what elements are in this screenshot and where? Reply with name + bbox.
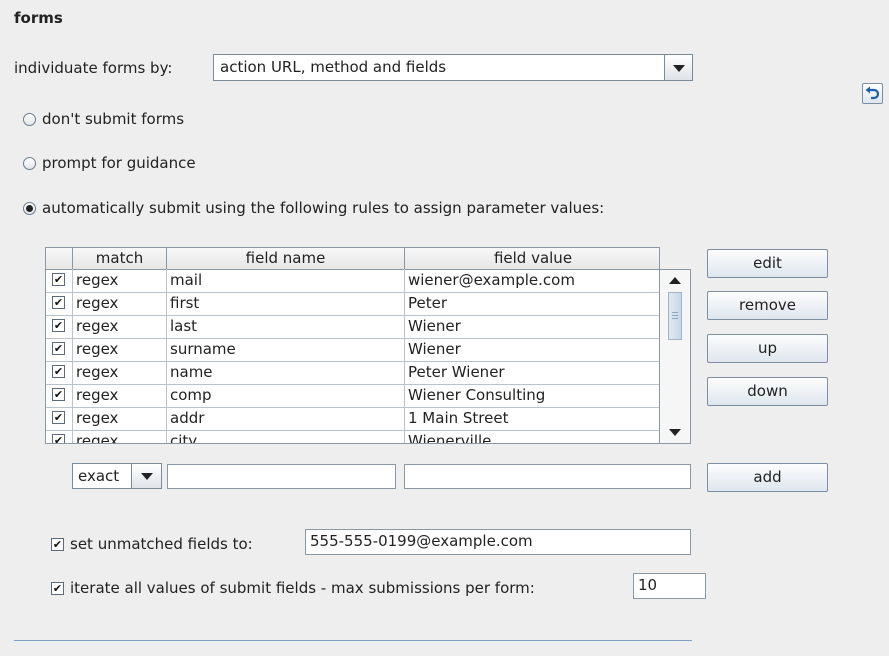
down-button[interactable]: down (707, 377, 828, 406)
row-enabled-cell: ✔ (46, 361, 73, 384)
row-field-value-cell[interactable]: Peter (405, 292, 659, 315)
scroll-up-button[interactable] (660, 270, 690, 292)
chevron-down-icon (669, 429, 681, 436)
row-enabled-cell: ✔ (46, 292, 73, 315)
match-type-value: exact (78, 467, 120, 485)
column-header-field-value[interactable]: field value (405, 248, 659, 269)
row-match-cell[interactable]: regex (73, 384, 167, 407)
section-title: forms (14, 9, 63, 27)
radio-dont-submit-indicator[interactable] (23, 112, 36, 126)
table-row[interactable]: ✔ regex first Peter (46, 292, 659, 316)
table-row[interactable]: ✔ regex city Wienerville (46, 430, 659, 443)
table-row[interactable]: ✔ regex name Peter Wiener (46, 361, 659, 385)
remove-button[interactable]: remove (707, 291, 828, 320)
table-row[interactable]: ✔ regex last Wiener (46, 315, 659, 339)
scroll-down-button[interactable] (660, 421, 690, 443)
unmatched-checkbox[interactable]: ✔ (51, 537, 64, 551)
radio-prompt-guidance-indicator[interactable] (23, 156, 36, 170)
bottom-divider (14, 640, 692, 641)
row-field-value-cell[interactable]: Wienerville (405, 430, 659, 443)
rules-table: match field name field value ✔ regex mail w… (45, 247, 660, 444)
row-enabled-cell: ✔ (46, 407, 73, 430)
row-field-name-cell[interactable]: addr (167, 407, 405, 430)
table-header: match field name field value (46, 248, 659, 270)
scroll-thumb[interactable] (668, 292, 682, 340)
table-row[interactable]: ✔ regex addr 1 Main Street (46, 407, 659, 431)
row-field-name-cell[interactable]: city (167, 430, 405, 443)
table-row[interactable]: ✔ regex mail wiener@example.com (46, 269, 659, 293)
radio-prompt-guidance[interactable]: prompt for guidance (23, 154, 196, 172)
row-enabled-checkbox[interactable]: ✔ (52, 434, 65, 443)
row-enabled-checkbox[interactable]: ✔ (52, 342, 65, 355)
row-match-cell[interactable]: regex (73, 361, 167, 384)
unmatched-label: set unmatched fields to: (70, 535, 253, 553)
row-enabled-checkbox[interactable]: ✔ (52, 296, 65, 309)
row-match-cell[interactable]: regex (73, 338, 167, 361)
row-match-cell[interactable]: regex (73, 430, 167, 443)
column-header-match[interactable]: match (73, 248, 167, 269)
match-type-dropdown-button[interactable] (131, 464, 161, 488)
reset-button[interactable] (862, 83, 883, 104)
row-field-value-cell[interactable]: Wiener (405, 315, 659, 338)
row-field-value-cell[interactable]: Wiener Consulting (405, 384, 659, 407)
radio-auto-submit[interactable]: automatically submit using the following… (23, 199, 604, 217)
row-field-value-cell[interactable]: 1 Main Street (405, 407, 659, 430)
row-match-cell[interactable]: regex (73, 292, 167, 315)
row-field-name-cell[interactable]: comp (167, 384, 405, 407)
new-field-name-input[interactable] (167, 464, 396, 489)
table-row[interactable]: ✔ regex comp Wiener Consulting (46, 384, 659, 408)
row-enabled-cell: ✔ (46, 315, 73, 338)
max-submissions-input[interactable]: 10 (633, 573, 706, 599)
iterate-checkbox[interactable]: ✔ (51, 581, 64, 595)
individuate-selected-value: action URL, method and fields (220, 58, 447, 76)
row-enabled-checkbox[interactable]: ✔ (52, 319, 65, 332)
add-button[interactable]: add (707, 463, 828, 492)
radio-dont-submit-label: don't submit forms (42, 110, 185, 128)
radio-auto-submit-indicator[interactable] (23, 201, 36, 215)
radio-auto-submit-label: automatically submit using the following… (42, 199, 605, 217)
table-row[interactable]: ✔ regex surname Wiener (46, 338, 659, 362)
row-enabled-checkbox[interactable]: ✔ (52, 411, 65, 424)
iterate-label: iterate all values of submit fields - ma… (70, 579, 535, 597)
up-button[interactable]: up (707, 334, 828, 363)
individuate-label: individuate forms by: (14, 59, 173, 77)
individuate-select[interactable]: action URL, method and fields (213, 54, 693, 81)
row-field-value-cell[interactable]: wiener@example.com (405, 269, 659, 292)
edit-button[interactable]: edit (707, 249, 828, 278)
new-field-value-input[interactable] (404, 464, 691, 489)
row-enabled-checkbox[interactable]: ✔ (52, 388, 65, 401)
chevron-down-icon (140, 473, 153, 480)
radio-dont-submit[interactable]: don't submit forms (23, 110, 184, 128)
column-header-field-name[interactable]: field name (167, 248, 405, 269)
row-field-name-cell[interactable]: last (167, 315, 405, 338)
unmatched-option[interactable]: ✔ set unmatched fields to: (51, 535, 253, 553)
match-type-select[interactable]: exact (72, 463, 162, 489)
row-field-name-cell[interactable]: mail (167, 269, 405, 292)
column-header-enabled[interactable] (46, 248, 73, 269)
row-field-value-cell[interactable]: Peter Wiener (405, 361, 659, 384)
row-field-name-cell[interactable]: name (167, 361, 405, 384)
individuate-dropdown-button[interactable] (664, 55, 692, 80)
row-enabled-cell: ✔ (46, 384, 73, 407)
row-field-value-cell[interactable]: Wiener (405, 338, 659, 361)
chevron-up-icon (669, 277, 681, 284)
row-enabled-cell: ✔ (46, 338, 73, 361)
table-scrollbar[interactable] (660, 269, 691, 444)
radio-prompt-guidance-label: prompt for guidance (42, 154, 196, 172)
iterate-option[interactable]: ✔ iterate all values of submit fields - … (51, 579, 535, 597)
row-field-name-cell[interactable]: surname (167, 338, 405, 361)
chevron-down-icon (672, 64, 685, 72)
row-match-cell[interactable]: regex (73, 407, 167, 430)
row-match-cell[interactable]: regex (73, 269, 167, 292)
unmatched-value-input[interactable]: 555-555-0199@example.com (305, 529, 691, 555)
row-enabled-cell: ✔ (46, 430, 73, 443)
row-enabled-cell: ✔ (46, 269, 73, 292)
undo-icon (865, 86, 880, 100)
row-match-cell[interactable]: regex (73, 315, 167, 338)
row-field-name-cell[interactable]: first (167, 292, 405, 315)
row-enabled-checkbox[interactable]: ✔ (52, 365, 65, 378)
row-enabled-checkbox[interactable]: ✔ (52, 273, 65, 286)
